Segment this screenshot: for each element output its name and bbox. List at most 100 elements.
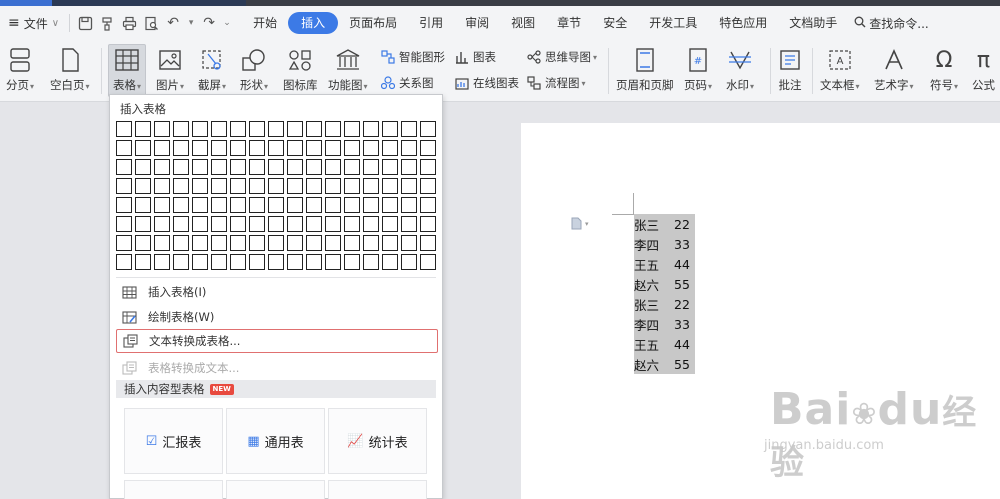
- table-grid-cell[interactable]: [135, 216, 151, 232]
- table-grid-cell[interactable]: [135, 178, 151, 194]
- table-grid-cell[interactable]: [135, 140, 151, 156]
- table-grid-cell[interactable]: [268, 159, 284, 175]
- table-grid-cell[interactable]: [363, 197, 379, 213]
- table-grid-cell[interactable]: [401, 197, 417, 213]
- table-grid-cell[interactable]: [401, 254, 417, 270]
- table-grid-cell[interactable]: [401, 235, 417, 251]
- art-text-button[interactable]: 艺术字▾: [874, 45, 914, 93]
- table-grid-cell[interactable]: [116, 254, 132, 270]
- table-grid-cell[interactable]: [344, 121, 360, 137]
- file-menu[interactable]: ≡ 文件 ∨: [0, 6, 65, 40]
- table-grid-cell[interactable]: [230, 159, 246, 175]
- table-grid-cell[interactable]: [135, 235, 151, 251]
- format-painter-icon[interactable]: [96, 12, 118, 34]
- table-grid-cell[interactable]: [135, 254, 151, 270]
- table-grid-cell[interactable]: [173, 159, 189, 175]
- paragraph-handle[interactable]: ▾: [571, 217, 589, 230]
- table-grid-cell[interactable]: [230, 254, 246, 270]
- tab-security[interactable]: 安全: [592, 12, 638, 34]
- table-grid-cell[interactable]: [382, 235, 398, 251]
- table-grid-cell[interactable]: [116, 159, 132, 175]
- watermark-button[interactable]: 水印▾: [726, 45, 754, 93]
- table-grid-cell[interactable]: [420, 159, 436, 175]
- table-grid-cell[interactable]: [420, 178, 436, 194]
- page-number-button[interactable]: # 页码▾: [684, 45, 712, 93]
- table-grid-cell[interactable]: [420, 254, 436, 270]
- table-grid-cell[interactable]: [268, 254, 284, 270]
- table-grid-cell[interactable]: [249, 178, 265, 194]
- table-grid-cell[interactable]: [325, 121, 341, 137]
- tab-sections[interactable]: 章节: [546, 12, 592, 34]
- table-grid-cell[interactable]: [173, 178, 189, 194]
- table-grid-cell[interactable]: [116, 178, 132, 194]
- table-grid-cell[interactable]: [211, 254, 227, 270]
- table-grid-cell[interactable]: [211, 140, 227, 156]
- table-grid-cell[interactable]: [192, 159, 208, 175]
- template-thumbnail[interactable]: [124, 480, 223, 499]
- table-grid-cell[interactable]: [249, 140, 265, 156]
- tab-view[interactable]: 视图: [500, 12, 546, 34]
- blank-page-button[interactable]: 空白页▾: [50, 45, 90, 93]
- table-grid-cell[interactable]: [306, 197, 322, 213]
- comment-button[interactable]: 批注: [778, 45, 802, 93]
- table-grid-cell[interactable]: [192, 216, 208, 232]
- table-grid-cell[interactable]: [230, 140, 246, 156]
- tab-developer[interactable]: 开发工具: [638, 12, 708, 34]
- table-grid-cell[interactable]: [363, 140, 379, 156]
- table-grid-cell[interactable]: [173, 235, 189, 251]
- mind-map-button[interactable]: 思维导图 ▾: [526, 49, 597, 65]
- undo-dropdown-icon[interactable]: ▾: [184, 12, 198, 34]
- table-grid-cell[interactable]: [249, 197, 265, 213]
- table-grid-cell[interactable]: [154, 254, 170, 270]
- template-thumbnail[interactable]: [328, 480, 427, 499]
- table-grid-cell[interactable]: [363, 178, 379, 194]
- table-grid-cell[interactable]: [363, 254, 379, 270]
- table-grid-cell[interactable]: [268, 197, 284, 213]
- table-size-grid[interactable]: [116, 121, 439, 273]
- table-grid-cell[interactable]: [287, 121, 303, 137]
- quick-access-dropdown-icon[interactable]: ⌄: [220, 12, 234, 34]
- table-grid-cell[interactable]: [249, 254, 265, 270]
- insert-table-item[interactable]: 插入表格(I): [116, 280, 438, 304]
- template-thumbnail[interactable]: [226, 480, 325, 499]
- command-search[interactable]: 查找命令...: [848, 15, 934, 32]
- table-grid-cell[interactable]: [401, 121, 417, 137]
- table-grid-cell[interactable]: [344, 235, 360, 251]
- table-grid-cell[interactable]: [192, 254, 208, 270]
- print-icon[interactable]: [118, 12, 140, 34]
- table-grid-cell[interactable]: [306, 254, 322, 270]
- table-grid-cell[interactable]: [154, 121, 170, 137]
- table-grid-cell[interactable]: [154, 178, 170, 194]
- table-grid-cell[interactable]: [173, 216, 189, 232]
- table-grid-cell[interactable]: [420, 121, 436, 137]
- table-grid-cell[interactable]: [116, 197, 132, 213]
- table-grid-cell[interactable]: [249, 235, 265, 251]
- table-grid-cell[interactable]: [344, 216, 360, 232]
- table-grid-cell[interactable]: [287, 197, 303, 213]
- tab-doc-assistant[interactable]: 文档助手: [778, 12, 848, 34]
- table-grid-cell[interactable]: [382, 216, 398, 232]
- table-grid-cell[interactable]: [382, 159, 398, 175]
- table-grid-cell[interactable]: [344, 140, 360, 156]
- table-grid-cell[interactable]: [382, 197, 398, 213]
- tab-page-layout[interactable]: 页面布局: [338, 12, 408, 34]
- redo-icon[interactable]: ↷: [198, 12, 220, 34]
- table-grid-cell[interactable]: [230, 121, 246, 137]
- table-grid-cell[interactable]: [173, 197, 189, 213]
- tab-features[interactable]: 特色应用: [708, 12, 778, 34]
- table-grid-cell[interactable]: [154, 216, 170, 232]
- page-break-button[interactable]: 分页▾: [6, 45, 34, 93]
- table-grid-cell[interactable]: [325, 140, 341, 156]
- table-grid-cell[interactable]: [173, 254, 189, 270]
- smart-shape-button[interactable]: 智能图形: [380, 49, 445, 65]
- symbol-button[interactable]: Ω 符号▾: [930, 45, 958, 93]
- table-grid-cell[interactable]: [325, 178, 341, 194]
- table-grid-cell[interactable]: [382, 140, 398, 156]
- template-report-table[interactable]: ☑ 汇报表: [124, 408, 223, 474]
- table-grid-cell[interactable]: [306, 140, 322, 156]
- draw-table-item[interactable]: 绘制表格(W): [116, 305, 438, 329]
- table-grid-cell[interactable]: [420, 197, 436, 213]
- table-grid-cell[interactable]: [325, 197, 341, 213]
- table-grid-cell[interactable]: [287, 178, 303, 194]
- save-icon[interactable]: [74, 12, 96, 34]
